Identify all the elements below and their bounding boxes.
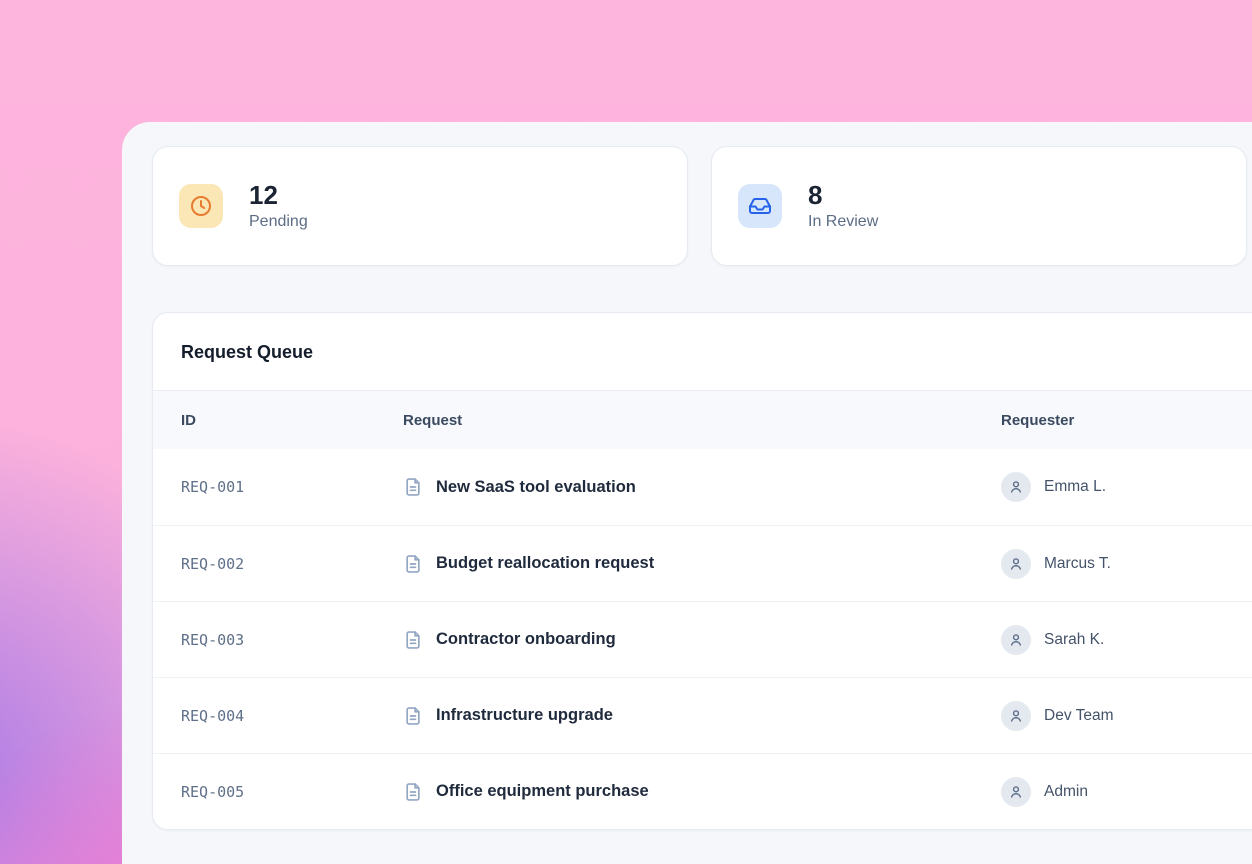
requester-name: Emma L. bbox=[1044, 478, 1106, 496]
person-icon bbox=[1008, 556, 1024, 572]
stat-value: 12 bbox=[249, 181, 308, 210]
request-title: Contractor onboarding bbox=[436, 630, 616, 649]
stat-label: Pending bbox=[249, 213, 308, 231]
document-icon bbox=[403, 706, 423, 726]
request-title: Budget reallocation request bbox=[436, 554, 654, 573]
person-icon bbox=[1008, 784, 1024, 800]
document-icon bbox=[403, 477, 423, 497]
request-id-cell: REQ-001 bbox=[181, 478, 403, 496]
queue-header: Request Queue bbox=[153, 313, 1252, 391]
request-title: Office equipment purchase bbox=[436, 782, 649, 801]
stat-card-in-review: 8 In Review bbox=[711, 146, 1247, 266]
requester-cell: Sarah K. bbox=[1001, 625, 1252, 655]
request-cell: Office equipment purchase bbox=[403, 782, 1001, 802]
document-icon bbox=[403, 782, 423, 802]
request-id-cell: REQ-003 bbox=[181, 631, 403, 649]
inbox-icon bbox=[738, 184, 782, 228]
avatar bbox=[1001, 625, 1031, 655]
queue-title: Request Queue bbox=[181, 341, 1252, 363]
request-id-cell: REQ-004 bbox=[181, 707, 403, 725]
person-icon bbox=[1008, 632, 1024, 648]
avatar bbox=[1001, 777, 1031, 807]
clock-icon bbox=[179, 184, 223, 228]
request-queue-card: Request Queue ID Request Requester REQ-0… bbox=[152, 312, 1252, 830]
request-id-cell: REQ-005 bbox=[181, 783, 403, 801]
table-row[interactable]: REQ-003 Contractor onboarding Sarah K. bbox=[153, 601, 1252, 677]
request-title: Infrastructure upgrade bbox=[436, 706, 613, 725]
request-cell: Contractor onboarding bbox=[403, 630, 1001, 650]
document-icon bbox=[403, 630, 423, 650]
requester-cell: Emma L. bbox=[1001, 472, 1252, 502]
requester-name: Admin bbox=[1044, 783, 1088, 801]
table-row[interactable]: REQ-005 Office equipment purchase Admin bbox=[153, 753, 1252, 829]
request-title: New SaaS tool evaluation bbox=[436, 478, 636, 497]
requester-cell: Dev Team bbox=[1001, 701, 1252, 731]
stats-row: 12 Pending 8 In Review bbox=[152, 146, 1252, 266]
stat-value: 8 bbox=[808, 181, 878, 210]
person-icon bbox=[1008, 708, 1024, 724]
column-header-requester: Requester bbox=[1001, 412, 1252, 429]
request-id-cell: REQ-002 bbox=[181, 555, 403, 573]
column-header-id: ID bbox=[181, 412, 403, 429]
table-row[interactable]: REQ-004 Infrastructure upgrade Dev Team bbox=[153, 677, 1252, 753]
stat-info: 12 Pending bbox=[249, 181, 308, 232]
person-icon bbox=[1008, 479, 1024, 495]
table-row[interactable]: REQ-002 Budget reallocation request Marc… bbox=[153, 525, 1252, 601]
request-cell: Budget reallocation request bbox=[403, 554, 1001, 574]
requester-cell: Admin bbox=[1001, 777, 1252, 807]
requester-name: Sarah K. bbox=[1044, 631, 1104, 649]
column-header-request: Request bbox=[403, 412, 1001, 429]
stat-label: In Review bbox=[808, 213, 878, 231]
avatar bbox=[1001, 701, 1031, 731]
table-body: REQ-001 New SaaS tool evaluation Emma L. bbox=[153, 449, 1252, 829]
requester-name: Dev Team bbox=[1044, 707, 1114, 725]
content-panel: 12 Pending 8 In Review Request Queue ID … bbox=[122, 122, 1252, 864]
requester-name: Marcus T. bbox=[1044, 555, 1111, 573]
table-header: ID Request Requester bbox=[153, 391, 1252, 449]
stat-info: 8 In Review bbox=[808, 181, 878, 232]
document-icon bbox=[403, 554, 423, 574]
requester-cell: Marcus T. bbox=[1001, 549, 1252, 579]
avatar bbox=[1001, 549, 1031, 579]
request-cell: Infrastructure upgrade bbox=[403, 706, 1001, 726]
avatar bbox=[1001, 472, 1031, 502]
table-row[interactable]: REQ-001 New SaaS tool evaluation Emma L. bbox=[153, 449, 1252, 525]
request-cell: New SaaS tool evaluation bbox=[403, 477, 1001, 497]
stat-card-pending: 12 Pending bbox=[152, 146, 688, 266]
